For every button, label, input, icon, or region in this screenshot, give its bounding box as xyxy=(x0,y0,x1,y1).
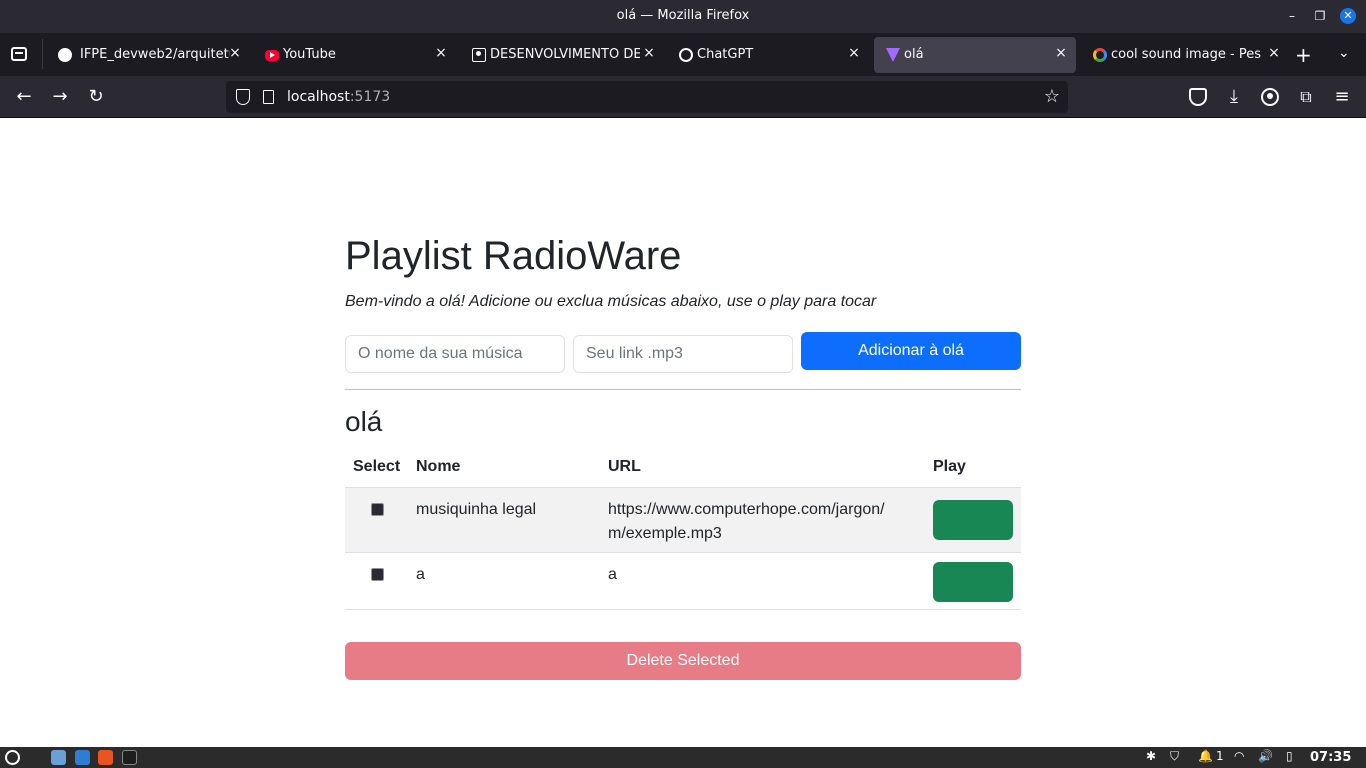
tab-label: YouTube xyxy=(283,47,336,62)
security-shield-icon[interactable]: ⛉ xyxy=(1170,749,1179,764)
close-tab-icon[interactable]: × xyxy=(847,46,861,60)
vite-icon xyxy=(886,48,900,62)
play-button[interactable] xyxy=(933,562,1013,602)
tab-github[interactable]: IFPE_devweb2/arquitetur × xyxy=(46,37,248,73)
tab-youtube[interactable]: YouTube × xyxy=(253,37,455,73)
url-port: :5173 xyxy=(349,89,391,105)
bookmark-star-icon[interactable]: ☆ xyxy=(1044,86,1060,107)
tab-label: cool sound image - Pesqu xyxy=(1111,47,1261,62)
tab-bar: IFPE_devweb2/arquitetur × YouTube × DESE… xyxy=(0,33,1366,76)
youtube-icon xyxy=(265,50,279,61)
playlist-title: olá xyxy=(345,406,383,437)
volume-icon[interactable]: 🔊 xyxy=(1258,749,1273,763)
song-url: https://www.computerhope.com/jargon/ m/e… xyxy=(608,498,885,546)
url-text[interactable]: localhost:5173 xyxy=(287,89,390,105)
play-button[interactable] xyxy=(933,500,1013,540)
reload-icon[interactable]: ↻ xyxy=(85,86,107,108)
navigation-toolbar: ← → ↻ localhost:5173 ☆ ⤓ ⧉ ≡ xyxy=(0,76,1366,118)
song-url-line: m/exemple.mp3 xyxy=(608,525,722,542)
tab-label: olá xyxy=(904,47,924,62)
song-name: musiquinha legal xyxy=(416,501,537,518)
maximize-icon[interactable]: ❐ xyxy=(1312,8,1328,24)
tab-desenvolvimento[interactable]: DESENVOLVIMENTO DE F × xyxy=(460,37,662,73)
tab-label: DESENVOLVIMENTO DE F xyxy=(490,47,640,62)
tab-separator xyxy=(42,39,43,69)
column-header-url: URL xyxy=(608,458,641,475)
new-tab-icon[interactable]: + xyxy=(1295,45,1312,65)
page-info-icon[interactable] xyxy=(263,90,274,104)
chatgpt-icon xyxy=(679,48,693,62)
url-bar[interactable]: localhost:5173 ☆ xyxy=(226,81,1068,113)
delete-selected-button[interactable]: Delete Selected xyxy=(345,642,1021,680)
bluetooth-icon[interactable]: ✱ xyxy=(1146,749,1156,763)
notification-count: 1 xyxy=(1216,749,1224,763)
system-taskbar: ✱ ⛉ 🔔 1 ◠ 🔊 ▯ 07:35 xyxy=(0,747,1366,768)
page-subtitle: Bem-vindo a olá! Adicione ou exclua músi… xyxy=(345,293,877,310)
url-host: localhost xyxy=(287,89,350,105)
wifi-icon[interactable]: ◠ xyxy=(1234,749,1244,763)
pocket-icon[interactable] xyxy=(1189,88,1207,106)
window-titlebar: olá — Mozilla Firefox – ❐ ✕ xyxy=(0,0,1366,33)
table-row: a a xyxy=(345,553,1021,610)
close-tab-icon[interactable]: × xyxy=(434,46,448,60)
firefox-view-button[interactable] xyxy=(6,43,32,65)
tracking-protection-icon[interactable] xyxy=(236,89,250,105)
row-select-checkbox[interactable] xyxy=(371,568,384,581)
divider xyxy=(345,389,1021,390)
github-icon xyxy=(58,48,72,62)
song-name-input[interactable] xyxy=(345,335,565,373)
files-icon[interactable] xyxy=(51,750,66,765)
forward-icon[interactable]: → xyxy=(49,86,71,108)
firefox-taskbar-icon[interactable] xyxy=(98,750,113,765)
window-title: olá — Mozilla Firefox xyxy=(616,8,750,23)
close-tab-icon[interactable]: × xyxy=(642,46,656,60)
song-url-line: https://www.computerhope.com/jargon/ xyxy=(608,501,885,518)
close-tab-icon[interactable]: × xyxy=(1054,46,1068,60)
column-header-play: Play xyxy=(933,458,966,475)
account-icon[interactable] xyxy=(1261,88,1279,106)
list-all-tabs-icon[interactable]: ⌄ xyxy=(1338,45,1350,61)
tab-label: ChatGPT xyxy=(697,47,754,62)
document-icon xyxy=(472,48,486,62)
clock: 07:35 xyxy=(1310,750,1352,765)
column-header-select: Select xyxy=(353,458,401,475)
tab-label: IFPE_devweb2/arquitetur xyxy=(80,47,230,62)
table-row: musiquinha legal https://www.computerhop… xyxy=(345,488,1021,553)
start-menu-icon[interactable] xyxy=(5,750,20,765)
song-link-input[interactable] xyxy=(573,335,793,373)
song-name: a xyxy=(416,566,425,583)
google-icon xyxy=(1093,48,1107,62)
hamburger-menu-icon[interactable]: ≡ xyxy=(1333,88,1351,106)
notifications-icon[interactable]: 🔔 xyxy=(1198,749,1213,763)
close-tab-icon[interactable]: × xyxy=(1267,46,1281,60)
firefox-view-icon xyxy=(11,47,27,61)
close-tab-icon[interactable]: × xyxy=(228,46,242,60)
battery-icon[interactable]: ▯ xyxy=(1286,749,1293,763)
column-header-name: Nome xyxy=(416,458,461,475)
vscode-icon[interactable] xyxy=(75,750,90,765)
page-content: Playlist RadioWare Bem-vindo a olá! Adic… xyxy=(0,118,1366,747)
download-icon[interactable]: ⤓ xyxy=(1225,88,1243,106)
extensions-icon[interactable]: ⧉ xyxy=(1297,88,1315,106)
song-url: a xyxy=(608,566,617,583)
tab-google-search[interactable]: cool sound image - Pesqu × xyxy=(1081,37,1283,73)
tab-chatgpt[interactable]: ChatGPT × xyxy=(667,37,869,73)
page-title: Playlist RadioWare xyxy=(345,234,682,278)
tab-ola[interactable]: olá × xyxy=(874,37,1076,73)
add-song-button[interactable]: Adicionar à olá xyxy=(801,332,1021,370)
minimize-icon[interactable]: – xyxy=(1284,8,1300,24)
back-icon[interactable]: ← xyxy=(13,86,35,108)
close-window-icon[interactable]: ✕ xyxy=(1340,8,1356,24)
row-select-checkbox[interactable] xyxy=(371,503,384,516)
terminal-icon[interactable] xyxy=(122,750,137,765)
